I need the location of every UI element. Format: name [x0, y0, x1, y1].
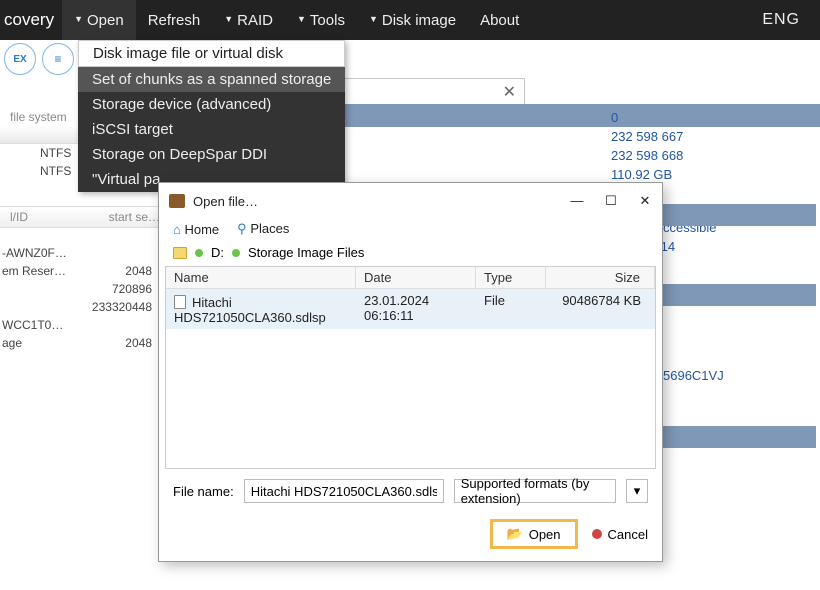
dialog-titlebar: Open file… — ☐ ✕ — [159, 183, 662, 219]
filename-input[interactable] — [244, 479, 444, 503]
menu-raid[interactable]: ▼RAID — [212, 0, 285, 40]
dropdown-item-disk-image[interactable]: Disk image file or virtual disk — [78, 40, 345, 67]
filename-label: File name: — [173, 484, 234, 499]
col-name[interactable]: Name — [166, 267, 356, 288]
info-value: 232 598 668 — [605, 146, 816, 165]
status-dot-icon — [195, 249, 203, 257]
dropdown-item-deepspar[interactable]: Storage on DeepSpar DDI — [78, 142, 345, 167]
dialog-path: D: Storage Image Files — [159, 243, 662, 266]
info-value: 0 — [605, 108, 816, 127]
dropdown-item-chunks[interactable]: Set of chunks as a spanned storage — [78, 67, 345, 92]
cancel-button[interactable]: Cancel — [592, 527, 648, 542]
dropdown-icon: ▼ — [369, 14, 378, 24]
status-dot-icon — [232, 249, 240, 257]
home-link[interactable]: ⌂ Home — [173, 222, 219, 237]
menu-about[interactable]: About — [468, 0, 531, 40]
file-list-header: Name Date Type Size — [166, 267, 655, 289]
open-dropdown: Disk image file or virtual disk Set of c… — [78, 40, 345, 192]
open-folder-icon: 📂 — [507, 526, 523, 542]
hex-view-button[interactable]: EX — [4, 43, 36, 75]
folder-icon — [169, 194, 185, 208]
folder-icon — [173, 247, 187, 259]
dropdown-icon: ▼ — [297, 14, 306, 24]
close-button[interactable]: ✕ — [638, 193, 652, 209]
menu-refresh[interactable]: Refresh — [136, 0, 213, 40]
file-row[interactable]: Hitachi HDS721050CLA360.sdlsp 23.01.2024… — [166, 289, 655, 329]
minimize-button[interactable]: — — [570, 193, 584, 209]
open-button[interactable]: 📂 Open — [490, 519, 578, 549]
dropdown-item-storage-device[interactable]: Storage device (advanced) — [78, 92, 345, 117]
language-selector[interactable]: ENG — [762, 11, 816, 29]
menu-open[interactable]: ▼Open — [62, 0, 136, 40]
dropdown-icon: ▼ — [224, 14, 233, 24]
dialog-filename-row: File name: Supported formats (by extensi… — [159, 469, 662, 509]
col-date[interactable]: Date — [356, 267, 476, 288]
app-title-fragment: covery — [4, 10, 62, 30]
dialog-title: Open file… — [193, 194, 258, 209]
drive-label[interactable]: D: — [211, 245, 224, 260]
maximize-button[interactable]: ☐ — [604, 193, 618, 209]
close-icon[interactable]: ✕ — [503, 82, 516, 102]
dropdown-icon: ▼ — [74, 14, 83, 24]
dropdown-item-iscsi[interactable]: iSCSI target — [78, 117, 345, 142]
open-file-dialog: Open file… — ☐ ✕ ⌂ Home ⚲ Places D: Stor… — [158, 182, 663, 562]
col-type[interactable]: Type — [476, 267, 546, 288]
menu-tools[interactable]: ▼Tools — [285, 0, 357, 40]
chevron-down-icon: ▾ — [634, 483, 641, 499]
filter-combo[interactable]: Supported formats (by extension) — [454, 479, 616, 503]
filter-dropdown-button[interactable]: ▾ — [626, 479, 648, 503]
cancel-icon — [592, 529, 602, 539]
dialog-actions: 📂 Open Cancel — [159, 509, 662, 561]
places-icon: ⚲ — [237, 221, 247, 236]
file-icon — [174, 295, 186, 309]
places-link[interactable]: ⚲ Places — [237, 221, 289, 237]
col-size[interactable]: Size — [546, 267, 655, 288]
dialog-nav: ⌂ Home ⚲ Places — [159, 219, 662, 243]
list-view-button[interactable]: ≡ — [42, 43, 74, 75]
folder-label[interactable]: Storage Image Files — [248, 245, 364, 260]
home-icon: ⌂ — [173, 222, 181, 237]
menubar: covery ▼Open Refresh ▼RAID ▼Tools ▼Disk … — [0, 0, 820, 40]
menu-disk-image[interactable]: ▼Disk image — [357, 0, 468, 40]
info-value: 232 598 667 — [605, 127, 816, 146]
file-list: Name Date Type Size Hitachi HDS721050CLA… — [165, 266, 656, 469]
